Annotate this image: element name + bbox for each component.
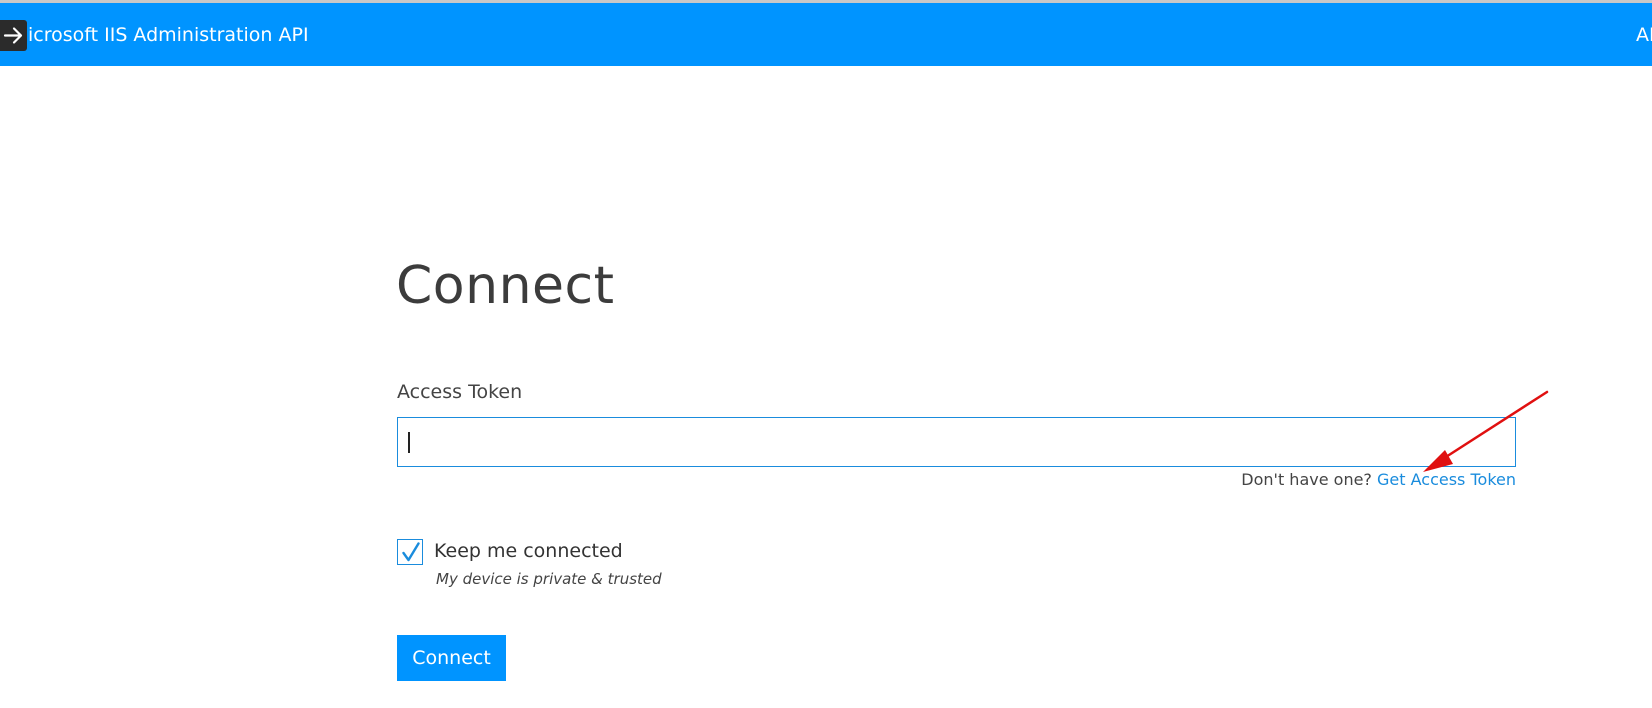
text-caret — [408, 432, 410, 453]
help-prompt: Don't have one? — [1241, 470, 1372, 489]
arrow-right-icon — [3, 27, 23, 44]
keep-connected-checkbox[interactable] — [397, 539, 423, 565]
app-header: icrosoft IIS Administration API AI — [0, 3, 1652, 66]
nav-toggle-button[interactable] — [0, 20, 27, 51]
connect-button[interactable]: Connect — [397, 635, 506, 681]
checkmark-icon — [402, 542, 420, 562]
keep-connected-label[interactable]: Keep me connected — [434, 539, 623, 563]
app-title: icrosoft IIS Administration API — [28, 24, 309, 46]
header-right-link[interactable]: AI — [1636, 23, 1652, 47]
annotation-arrow-icon — [1423, 390, 1549, 472]
page-title: Connect — [396, 256, 615, 316]
keep-connected-sublabel: My device is private & trusted — [436, 570, 662, 588]
access-token-input[interactable] — [397, 417, 1516, 467]
access-token-label: Access Token — [397, 381, 523, 403]
